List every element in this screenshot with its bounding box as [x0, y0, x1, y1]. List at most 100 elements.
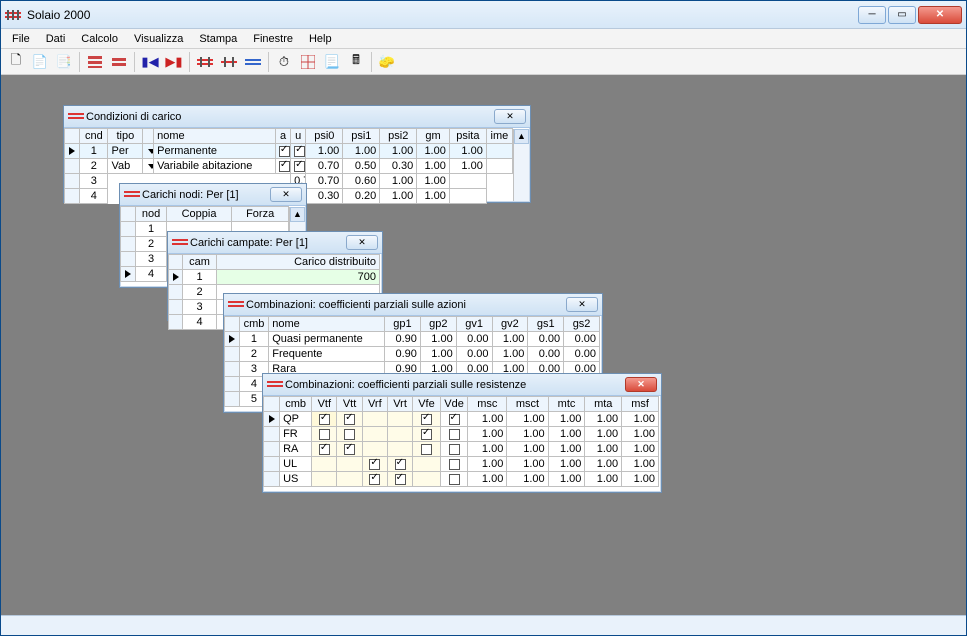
checkbox-vde[interactable]: [440, 472, 468, 487]
checkbox-vfe[interactable]: [413, 412, 441, 427]
checkbox-vde[interactable]: [440, 442, 468, 457]
col-coppia[interactable]: Coppia: [166, 207, 231, 222]
cell-vtf[interactable]: [312, 472, 337, 487]
col-gp1[interactable]: gp1: [385, 317, 421, 332]
cell[interactable]: 0.90: [385, 332, 421, 347]
col-selector[interactable]: [65, 129, 80, 144]
col-a[interactable]: a: [275, 129, 290, 144]
cell[interactable]: 1.00: [585, 457, 622, 472]
scroll-up-icon[interactable]: ▲: [290, 207, 305, 222]
toolbar-grid-icon[interactable]: [297, 51, 319, 73]
child-titlebar[interactable]: Combinazioni: coefficienti parziali sull…: [263, 374, 661, 396]
cell-vtt[interactable]: [337, 457, 362, 472]
titlebar[interactable]: Solaio 2000 ─ ▭ ✕: [1, 1, 966, 29]
checkbox-vrf[interactable]: [362, 457, 387, 472]
checkbox-u[interactable]: [291, 159, 306, 174]
checkbox-u[interactable]: [291, 144, 306, 159]
cell[interactable]: 4: [136, 267, 167, 282]
table-row[interactable]: QP 1.001.001.001.001.00: [264, 412, 659, 427]
cell[interactable]: 1.00: [585, 472, 622, 487]
toolbar-calc-icon[interactable]: 🖩: [345, 51, 367, 73]
checkbox-vtt[interactable]: [337, 442, 362, 457]
toolbar-last-icon[interactable]: ▶▮: [163, 51, 185, 73]
cell[interactable]: Permanente: [154, 144, 276, 159]
cell[interactable]: 1.00: [548, 442, 585, 457]
menu-calcolo[interactable]: Calcolo: [74, 31, 125, 47]
cell[interactable]: 2: [136, 237, 167, 252]
col-gm[interactable]: gm: [417, 129, 450, 144]
cell[interactable]: QP: [280, 412, 312, 427]
cell[interactable]: 1.00: [417, 159, 450, 174]
window-combinazioni-resistenze[interactable]: Combinazioni: coefficienti parziali sull…: [262, 373, 662, 493]
cell[interactable]: 1.00: [343, 144, 380, 159]
table-row[interactable]: 2 Vab Variabile abitazione 0.70 0.50 0.3…: [65, 159, 513, 174]
cell[interactable]: [449, 189, 486, 204]
toolbar-rails2-icon[interactable]: [218, 51, 240, 73]
col-vtt[interactable]: Vtt: [337, 397, 362, 412]
checkbox-vtf[interactable]: [312, 427, 337, 442]
cell[interactable]: 1.00: [622, 442, 659, 457]
col-gv1[interactable]: gv1: [456, 317, 492, 332]
checkbox-vfe[interactable]: [413, 427, 441, 442]
checkbox-vde[interactable]: [440, 412, 468, 427]
toolbar-save-icon[interactable]: 📑: [53, 51, 75, 73]
scrollbar[interactable]: ▲: [513, 129, 529, 201]
cell[interactable]: 1.00: [585, 427, 622, 442]
cell-vrf[interactable]: [362, 412, 387, 427]
toolbar-new-icon[interactable]: 🗋: [5, 51, 27, 73]
col-cnd[interactable]: cnd: [80, 129, 108, 144]
cell[interactable]: 1: [80, 144, 108, 159]
col-mtc[interactable]: mtc: [548, 397, 585, 412]
checkbox-vrt[interactable]: [387, 457, 412, 472]
cell[interactable]: 2: [80, 159, 108, 174]
cell[interactable]: 1.00: [420, 347, 456, 362]
col-vde[interactable]: Vde: [440, 397, 468, 412]
col-carico[interactable]: Carico distribuito: [216, 255, 379, 270]
cell[interactable]: 1.00: [507, 412, 548, 427]
cell-vtt[interactable]: [337, 472, 362, 487]
toolbar-page-icon[interactable]: 📃: [321, 51, 343, 73]
table-row[interactable]: US 1.001.001.001.001.00: [264, 472, 659, 487]
cell[interactable]: 0.00: [456, 347, 492, 362]
cell[interactable]: 3: [80, 174, 108, 189]
cell[interactable]: 3: [183, 300, 216, 315]
cell-vfe[interactable]: [413, 472, 441, 487]
table-row[interactable]: 1 Per Permanente 1.00 1.00 1.00 1.00 1.0…: [65, 144, 513, 159]
cell[interactable]: Frequente: [269, 347, 385, 362]
checkbox-vtt[interactable]: [337, 412, 362, 427]
col-psi2[interactable]: psi2: [380, 129, 417, 144]
cell[interactable]: 1.00: [417, 189, 450, 204]
cell[interactable]: 1.00: [585, 412, 622, 427]
cell[interactable]: [486, 159, 512, 174]
close-button[interactable]: ✕: [918, 6, 962, 24]
col-msct[interactable]: msct: [507, 397, 548, 412]
cell[interactable]: 4: [80, 189, 108, 204]
dropdown-button[interactable]: [143, 144, 154, 159]
cell[interactable]: 1.00: [507, 442, 548, 457]
toolbar-beam1-icon[interactable]: [84, 51, 106, 73]
cell[interactable]: Per: [108, 144, 143, 159]
col-u[interactable]: u: [291, 129, 306, 144]
toolbar-first-icon[interactable]: ▮◀: [139, 51, 161, 73]
scroll-up-icon[interactable]: ▲: [514, 129, 529, 144]
cell[interactable]: 1.00: [585, 442, 622, 457]
col-cmb[interactable]: cmb: [280, 397, 312, 412]
checkbox-vde[interactable]: [440, 457, 468, 472]
cell[interactable]: 1.00: [380, 174, 417, 189]
cell[interactable]: 1.00: [449, 144, 486, 159]
checkbox-vtf[interactable]: [312, 442, 337, 457]
cell[interactable]: 1.00: [507, 457, 548, 472]
checkbox-vfe[interactable]: [413, 442, 441, 457]
cell[interactable]: 0.00: [564, 332, 600, 347]
cell[interactable]: 0.30: [306, 189, 343, 204]
menu-help[interactable]: Help: [302, 31, 339, 47]
cell[interactable]: 1.00: [468, 472, 507, 487]
cell[interactable]: 3: [136, 252, 167, 267]
col-gv2[interactable]: gv2: [492, 317, 528, 332]
child-titlebar[interactable]: Carichi nodi: Per [1] ✕: [120, 184, 306, 206]
cell[interactable]: 0.50: [343, 159, 380, 174]
cell-vrt[interactable]: [387, 442, 412, 457]
cell[interactable]: 1.00: [468, 457, 507, 472]
cell[interactable]: Vab: [108, 159, 143, 174]
cell[interactable]: 1.00: [417, 174, 450, 189]
